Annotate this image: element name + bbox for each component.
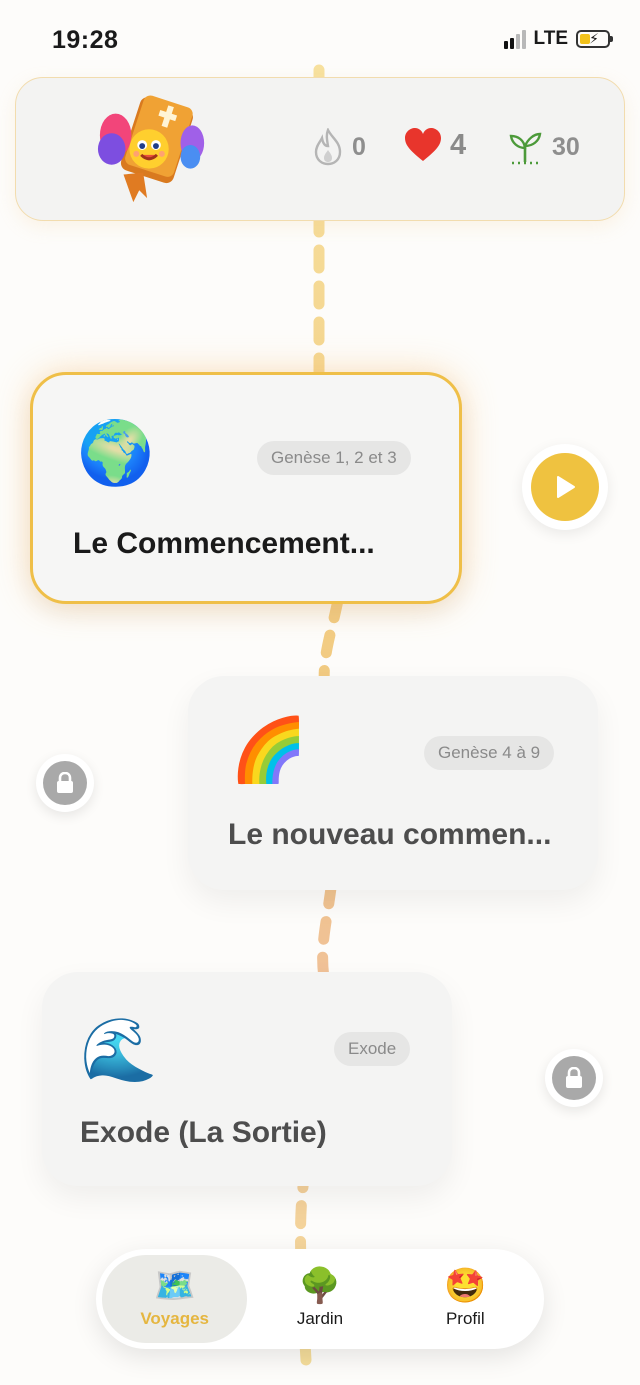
journey-card-exode[interactable]: 🌊 Exode Exode (La Sortie) — [42, 972, 452, 1186]
star-struck-face-icon: 🤩 — [444, 1267, 487, 1305]
streak-count: 0 — [352, 132, 366, 161]
tab-label: Profil — [445, 1309, 485, 1328]
seeds-count: 30 — [552, 132, 580, 161]
journey-reference: Exode — [334, 1032, 411, 1066]
journey-card-commencement[interactable]: 🌍 Genèse 1, 2 et 3 Le Commencement... — [30, 372, 462, 604]
tab-label: Voyages — [140, 1309, 209, 1328]
flame-icon — [314, 128, 342, 166]
journey-reference: Genèse 1, 2 et 3 — [257, 441, 411, 475]
sprout-icon — [509, 132, 542, 165]
streak-stat: 0 — [312, 128, 366, 166]
tab-jardin[interactable]: 🌳 Jardin — [247, 1255, 392, 1343]
hearts-stat: 4 — [404, 128, 466, 162]
seeds-stat: 30 — [506, 128, 580, 166]
journey-card-nouveau-commencement[interactable]: 🌈 Genèse 4 à 9 Le nouveau commen... — [188, 676, 598, 890]
bible-mascot-icon — [97, 95, 205, 203]
earth-globe-icon: 🌍 — [77, 419, 155, 488]
wave-icon: 🌊 — [80, 1016, 158, 1085]
hearts-count: 4 — [450, 128, 467, 161]
journey-title: Exode (La Sortie) — [80, 1116, 327, 1149]
tree-icon: 🌳 — [298, 1267, 342, 1305]
journey-reference: Genèse 4 à 9 — [424, 736, 555, 770]
map-icon: 🗺️ — [153, 1267, 196, 1305]
tab-profil[interactable]: 🤩 Profil — [393, 1255, 538, 1343]
stats-header-card: 0 4 30 — [15, 77, 625, 221]
lock-button[interactable] — [545, 1049, 603, 1107]
bottom-tab-bar: 🗺️ Voyages 🌳 Jardin 🤩 Profil — [96, 1249, 544, 1349]
heart-icon — [405, 128, 441, 161]
tab-voyages[interactable]: 🗺️ Voyages — [102, 1255, 248, 1343]
lock-icon — [566, 1067, 582, 1088]
rainbow-icon: 🌈 — [230, 716, 308, 785]
lock-icon — [57, 772, 73, 793]
journey-title: Le Commencement... — [73, 527, 375, 560]
play-button[interactable] — [522, 444, 608, 530]
play-icon — [557, 476, 575, 498]
tab-label: Jardin — [296, 1309, 344, 1328]
journey-title: Le nouveau commen... — [228, 818, 552, 851]
lock-button[interactable] — [36, 754, 94, 812]
